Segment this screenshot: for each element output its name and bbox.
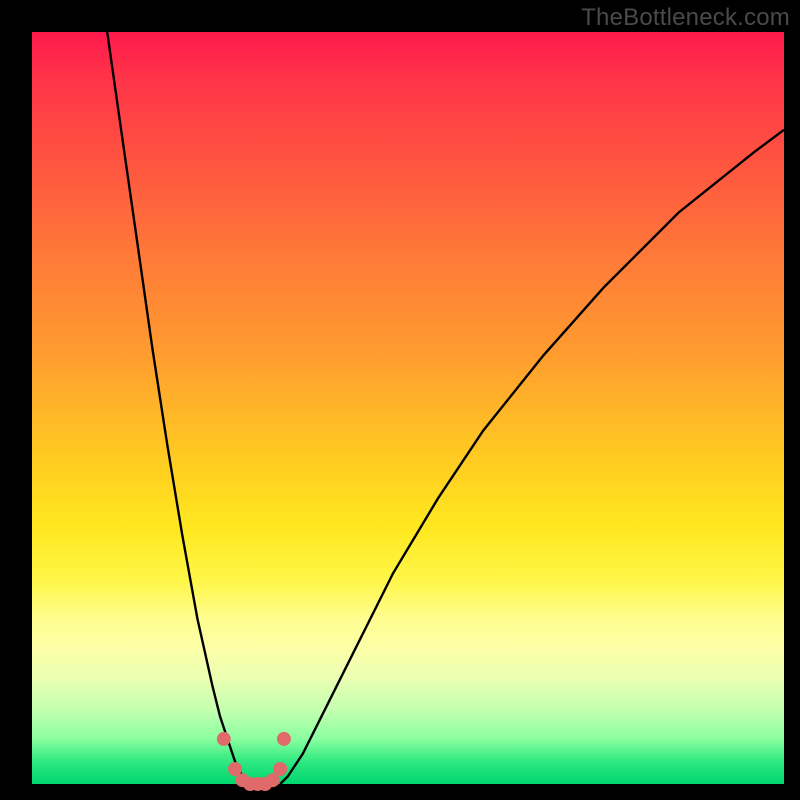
minimum-dot [273, 762, 287, 776]
right-curve [280, 130, 784, 784]
left-curve-path [107, 32, 250, 784]
chart-frame: TheBottleneck.com [0, 0, 800, 800]
minimum-dot [277, 732, 291, 746]
watermark-text: TheBottleneck.com [581, 4, 790, 32]
minimum-markers [217, 732, 291, 791]
minimum-dot [217, 732, 231, 746]
curve-layer [32, 32, 784, 784]
right-curve-path [280, 130, 784, 784]
left-curve [107, 32, 250, 784]
plot-area [32, 32, 784, 784]
